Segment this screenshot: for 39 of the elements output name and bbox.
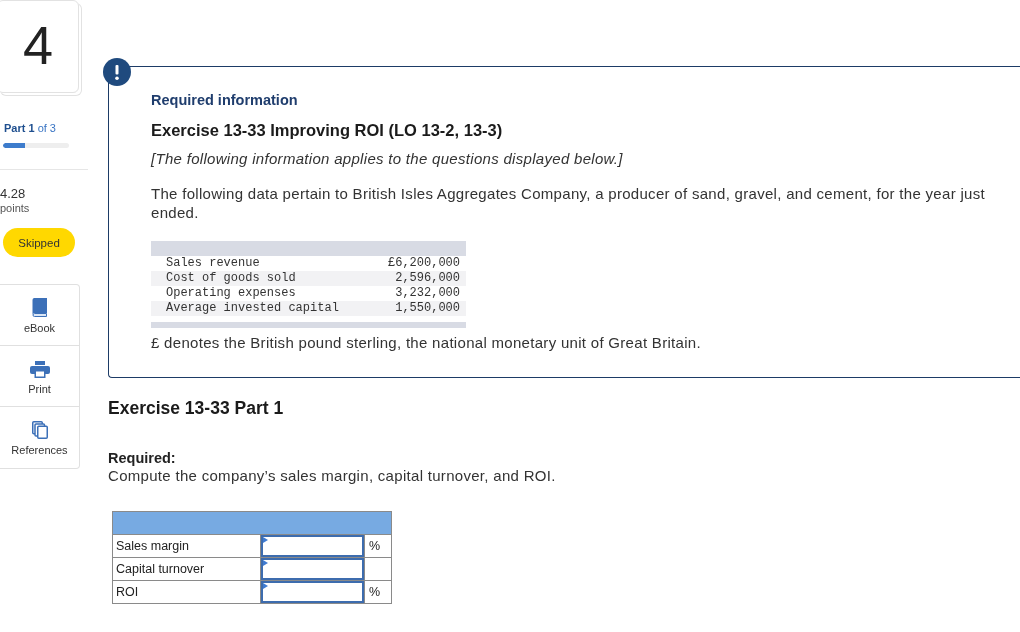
triangle-icon bbox=[263, 537, 268, 543]
data-label: Cost of goods sold bbox=[166, 271, 296, 286]
question-number: 4 bbox=[0, 0, 79, 93]
score-value: 4.28 bbox=[0, 186, 26, 201]
required-label: Required: bbox=[108, 450, 176, 467]
data-label: Average invested capital bbox=[166, 301, 339, 316]
row-label: ROI bbox=[112, 580, 261, 604]
documents-icon bbox=[31, 421, 48, 439]
data-value: £6,200,000 bbox=[388, 256, 460, 271]
tool-button[interactable]: References bbox=[0, 407, 79, 468]
data-value: 2,596,000 bbox=[395, 271, 460, 286]
triangle-icon bbox=[263, 560, 268, 566]
info-paragraph: The following data pertain to British Isles Aggregates Company, a producer of sand, gravel, and cement, for the year just ended. bbox=[151, 184, 986, 222]
instruction-text: Compute the company’s sales margin, capital turnover, and ROI. bbox=[108, 467, 556, 484]
part-title: Exercise 13-33 Part 1 bbox=[108, 398, 284, 418]
answer-input[interactable] bbox=[261, 581, 364, 603]
tool-button[interactable]: Print bbox=[0, 346, 79, 407]
info-note: [The following information applies to the questions displayed below.] bbox=[151, 150, 623, 168]
data-label: Sales revenue bbox=[166, 256, 260, 271]
row-label: Capital turnover bbox=[112, 557, 261, 581]
answer-input[interactable] bbox=[261, 558, 364, 580]
book-icon bbox=[32, 298, 47, 317]
data-value: 1,550,000 bbox=[395, 301, 460, 316]
alert-icon bbox=[103, 58, 131, 86]
answer-input[interactable] bbox=[261, 535, 364, 557]
exercise-title: Exercise 13-33 Improving ROI (LO 13-2, 13-3) bbox=[151, 121, 503, 139]
row-label: Sales margin bbox=[112, 534, 261, 558]
triangle-icon bbox=[263, 583, 268, 589]
currency-note: £ denotes the British pound sterling, the national monetary unit of Great Britain. bbox=[151, 334, 701, 352]
info-heading: Required information bbox=[151, 91, 298, 109]
score-label: points bbox=[0, 201, 30, 215]
printer-icon bbox=[29, 361, 50, 378]
data-label: Operating expenses bbox=[166, 286, 296, 301]
unit-label: % bbox=[364, 534, 392, 558]
status-badge: Skipped bbox=[3, 228, 75, 257]
tool-button[interactable]: eBook bbox=[0, 285, 79, 346]
unit-label: % bbox=[364, 580, 392, 604]
part-label: Part 1 of 3 bbox=[4, 121, 56, 135]
data-value: 3,232,000 bbox=[395, 286, 460, 301]
